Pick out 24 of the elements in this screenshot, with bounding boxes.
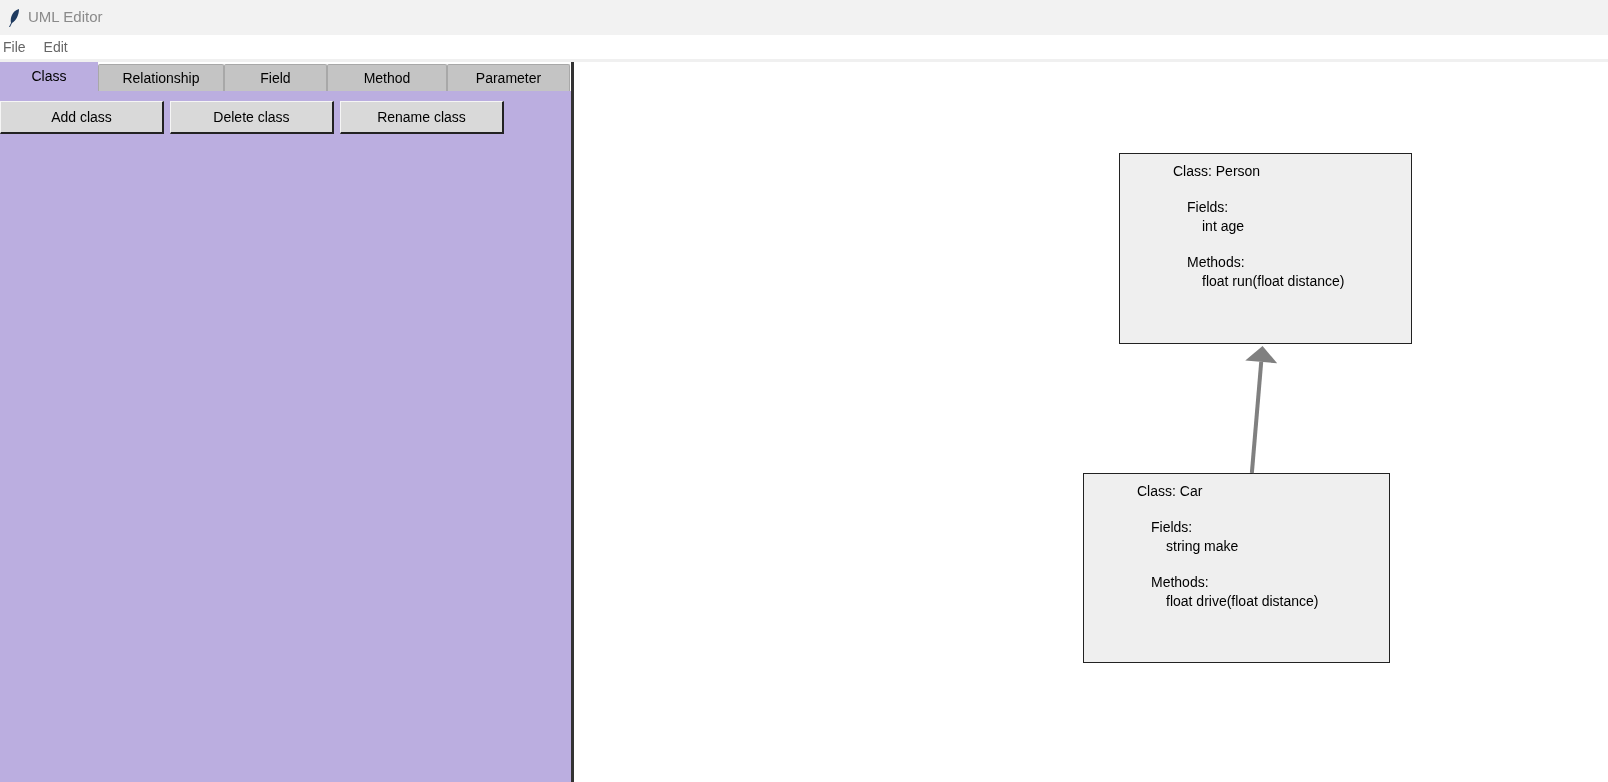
tab[interactable]: Relationship: [98, 64, 224, 91]
section-label: Fields:: [1187, 198, 1229, 217]
class-name: Class: Car: [1137, 482, 1203, 501]
method-entry: float run(float distance): [1202, 272, 1345, 291]
section-label: Methods:: [1187, 253, 1245, 272]
tab[interactable]: Method: [327, 64, 447, 91]
tab[interactable]: Field: [224, 64, 327, 91]
field-entry: string make: [1166, 537, 1239, 556]
section-label: Fields:: [1151, 518, 1193, 537]
tab[interactable]: Parameter: [447, 64, 570, 91]
section-label: Methods:: [1151, 573, 1209, 592]
tab[interactable]: Class: [0, 62, 98, 91]
field-entry: int age: [1202, 217, 1245, 236]
class-box[interactable]: Class: Car Fields: string make Methods: float drive(float distance): [1083, 473, 1390, 663]
feather-icon: [8, 7, 20, 28]
menu-item[interactable]: Edit: [42, 36, 69, 58]
action-button[interactable]: Delete class: [170, 101, 334, 134]
menu-item[interactable]: File: [2, 36, 27, 58]
action-button[interactable]: Rename class: [340, 101, 504, 134]
class-box[interactable]: Class: Person Fields: int age Methods: float run(float distance): [1119, 153, 1412, 344]
method-entry: float drive(float distance): [1166, 592, 1319, 611]
action-button[interactable]: Add class: [0, 101, 164, 134]
class-name: Class: Person: [1173, 162, 1261, 181]
window-title: UML Editor: [28, 7, 103, 28]
